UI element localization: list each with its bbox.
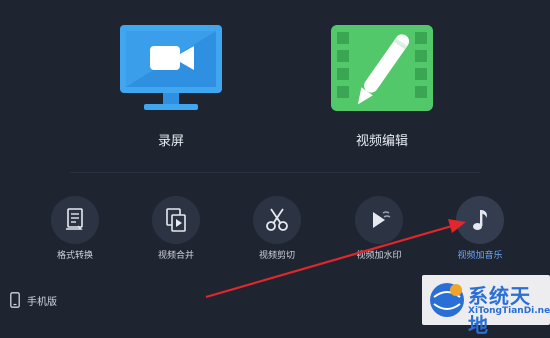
music-note-icon (473, 210, 487, 230)
mobile-version-link[interactable]: 手机版 (10, 292, 57, 308)
tool-circle (152, 196, 200, 244)
site-watermark-logo: 系统天地 XiTongTianDi.net (422, 275, 550, 337)
mobile-version-label: 手机版 (27, 296, 57, 308)
film-pen-icon (331, 25, 433, 111)
tool-circle (456, 196, 504, 244)
tool-video-merge[interactable]: 视频合并 (136, 196, 216, 261)
tool-video-music[interactable]: 视频加音乐 (440, 196, 520, 261)
main-actions: 录屏 视频编辑 (0, 0, 550, 170)
tool-label: 视频加音乐 (457, 251, 503, 261)
tool-label: 视频剪切 (258, 251, 295, 261)
video-edit-label: 视频编辑 (355, 134, 408, 149)
tool-circle (51, 196, 99, 244)
video-edit-button[interactable]: 视频编辑 (327, 20, 437, 149)
record-screen-button[interactable]: 录屏 (116, 20, 226, 149)
tool-circle (253, 196, 301, 244)
section-divider (70, 172, 480, 173)
watermark-play-icon (373, 211, 391, 228)
tool-label: 视频加水印 (356, 251, 402, 261)
tool-video-cut[interactable]: 视频剪切 (237, 196, 317, 261)
tool-format-convert[interactable]: 格式转换 (35, 196, 115, 261)
record-screen-label: 录屏 (157, 134, 184, 149)
tool-video-watermark[interactable]: 视频加水印 (339, 196, 419, 261)
scissors-icon (266, 208, 288, 231)
monitor-camera-icon (120, 25, 222, 110)
tool-label: 格式转换 (56, 251, 93, 261)
watermark-url: XiTongTianDi.net (468, 306, 550, 316)
globe-logo-icon (430, 283, 464, 317)
tool-circle (355, 196, 403, 244)
tool-label: 视频合并 (157, 251, 194, 261)
document-convert-icon (66, 208, 83, 230)
video-merge-icon (166, 208, 186, 232)
phone-icon (10, 292, 20, 308)
